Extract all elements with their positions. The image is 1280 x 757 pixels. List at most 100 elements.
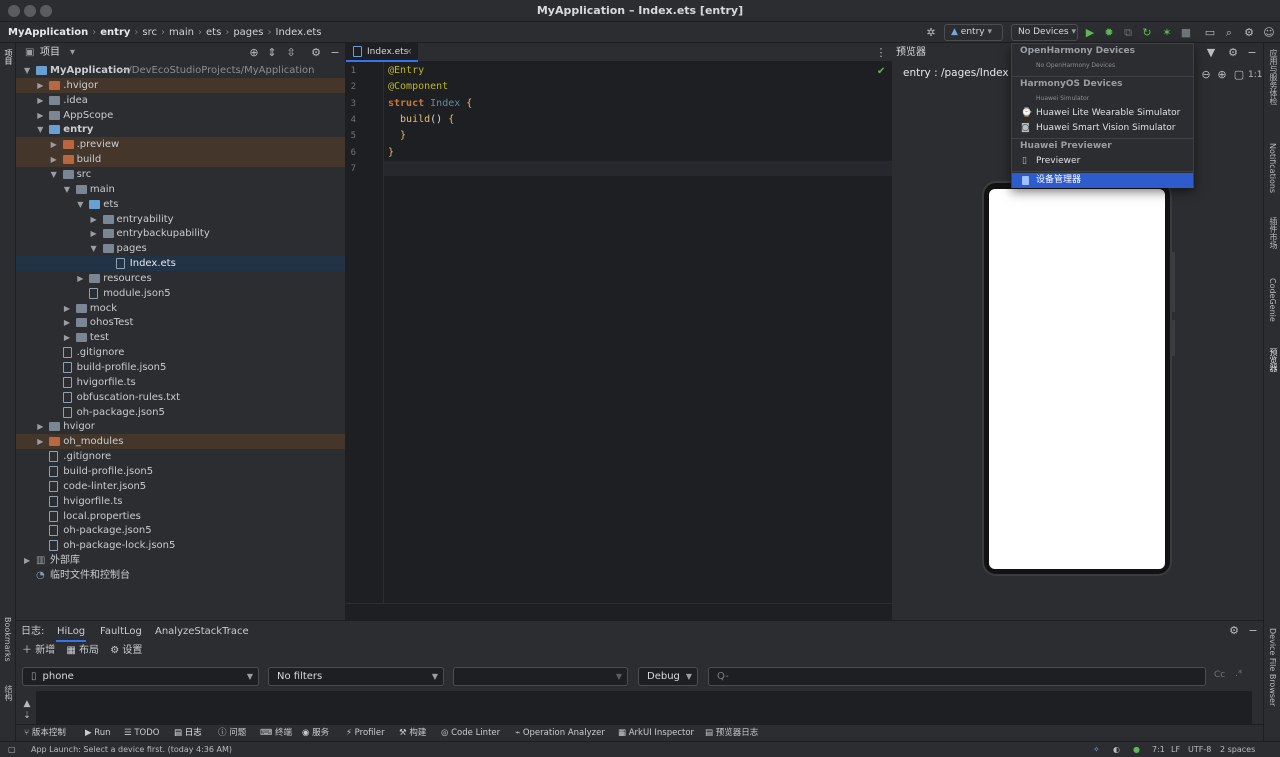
chevron-down-icon[interactable]: ▼ [64, 182, 70, 197]
tree-item[interactable]: .gitignore [16, 449, 345, 464]
code-line[interactable]: @Component [388, 79, 448, 95]
indent-setting[interactable]: 2 spaces [1220, 742, 1255, 757]
expand-all-icon[interactable]: ⇕ [265, 46, 279, 60]
debug-icon[interactable]: ✹ [1102, 26, 1116, 40]
tree-item[interactable]: ▼ main [16, 182, 345, 197]
hide-log-icon[interactable]: − [1246, 624, 1260, 638]
project-view-select[interactable]: 项目 [40, 43, 60, 63]
line-separator[interactable]: LF [1171, 742, 1180, 757]
tree-item[interactable]: obfuscation-rules.txt [16, 390, 345, 405]
tree-item[interactable]: hvigorfile.ts [16, 494, 345, 509]
tree-item[interactable]: ▼ entry [16, 122, 345, 137]
tree-item[interactable]: ▶ .preview [16, 137, 345, 153]
cursor-position[interactable]: 7:1 [1152, 742, 1165, 757]
log-output[interactable] [36, 691, 1252, 724]
add-button[interactable]: ＋ 新增 [22, 645, 55, 656]
tree-item[interactable]: ▶ entryability [16, 212, 345, 227]
settings-sync-icon[interactable]: ✲ [924, 26, 938, 40]
chevron-down-icon[interactable]: ▼ [91, 241, 97, 256]
chevron-down-icon[interactable]: ▾ [70, 43, 75, 63]
match-case-button[interactable]: Cc [1214, 670, 1225, 680]
hide-panel-icon[interactable]: − [328, 46, 342, 60]
tree-item[interactable]: ▶ .idea [16, 93, 345, 108]
tab-hilog[interactable]: HiLog [56, 624, 87, 642]
tree-item[interactable]: build-profile.json5 [16, 464, 345, 479]
chevron-right-icon[interactable]: ▶ [91, 226, 97, 241]
tool-previewer-log[interactable]: ▤ 预览器日志 [705, 725, 758, 742]
editor-tab[interactable]: Index.ets × [346, 43, 418, 62]
tool-services[interactable]: ◉ 服务 [302, 725, 329, 742]
previewer-tool-button[interactable]: 预览器 [1268, 348, 1279, 372]
account-icon[interactable]: ☺ [1262, 26, 1276, 40]
file-encoding[interactable]: UTF-8 [1188, 742, 1211, 757]
log-search-input[interactable]: Q- [708, 667, 1206, 686]
chevron-right-icon[interactable]: ▶ [77, 271, 83, 286]
tool-operation-analyzer[interactable]: ⌁ Operation Analyzer [515, 725, 605, 742]
tree-item[interactable]: ▶ entrybackupability [16, 226, 345, 241]
device-select[interactable]: ▯ phone ▼ [22, 667, 259, 686]
tool-problems[interactable]: ⓘ 问题 [218, 725, 246, 742]
chevron-right-icon[interactable]: ▶ [51, 152, 57, 167]
breadcrumb-item[interactable]: ets [206, 27, 221, 38]
folder-icon[interactable]: ▭ [1203, 26, 1217, 40]
bookmarks-tool-button[interactable]: Bookmarks [3, 617, 12, 662]
tree-item[interactable]: Index.ets [16, 256, 345, 272]
chevron-right-icon[interactable]: ▶ [64, 315, 70, 330]
tree-item[interactable]: ▼ MyApplication ~/DevEcoStudioProjects/MyA… [16, 63, 345, 78]
tool-run[interactable]: ▶ Run [85, 725, 111, 742]
run-config-select[interactable]: ▲ entry ▾ [944, 24, 1003, 41]
project-tool-button[interactable]: 项目 [3, 49, 14, 65]
search-icon[interactable]: ⌕ [1222, 26, 1236, 40]
breadcrumb-item[interactable]: src [142, 27, 157, 38]
tree-item[interactable]: ▶ hvigor [16, 419, 345, 434]
tree-item[interactable]: oh-package-lock.json5 [16, 538, 345, 553]
tree-item[interactable]: oh-package.json5 [16, 523, 345, 538]
tree-item[interactable]: ▶ ohosTest [16, 315, 345, 330]
breadcrumb-item[interactable]: MyApplication [8, 27, 88, 38]
process-select[interactable]: ▼ [453, 667, 628, 686]
locate-icon[interactable]: ⊕ [247, 46, 261, 60]
tree-item[interactable]: .gitignore [16, 345, 345, 360]
status-message[interactable]: App Launch: Select a device first. (toda… [31, 742, 232, 757]
code-line[interactable]: } [388, 145, 394, 161]
regex-icon[interactable]: .* [1235, 669, 1242, 679]
chevron-down-icon[interactable]: ▼ [24, 63, 30, 78]
hide-preview-icon[interactable]: − [1245, 46, 1259, 60]
stop-icon[interactable]: ■ [1179, 26, 1193, 40]
tree-item[interactable]: ▼ src [16, 167, 345, 182]
code-editor[interactable] [346, 43, 892, 620]
breadcrumb-item[interactable]: pages [233, 27, 263, 38]
tool-log[interactable]: ▤ 日志 [174, 725, 202, 742]
status-toggle-icon[interactable]: ▢ [8, 742, 16, 757]
tree-item[interactable]: ▶ .hvigor [16, 77, 345, 93]
zoom-window-button[interactable] [40, 5, 52, 17]
options-gear-icon[interactable]: ⚙ [309, 46, 323, 60]
zoom-in-icon[interactable]: ⊕ [1215, 68, 1229, 82]
tree-item[interactable]: oh-package.json5 [16, 405, 345, 420]
device-selector[interactable]: No Devices ▾ [1011, 24, 1078, 41]
more-options-icon[interactable]: ⋮ [874, 46, 888, 60]
chevron-right-icon[interactable]: ▶ [37, 434, 43, 449]
fit-screen-icon[interactable]: ▢ [1232, 68, 1246, 82]
chevron-right-icon[interactable]: ▶ [24, 553, 30, 568]
tool-build[interactable]: ⚒ 构建 [399, 725, 426, 742]
rerun-icon[interactable]: ↻ [1140, 26, 1154, 40]
circle-icon[interactable]: ◐ [1113, 742, 1120, 757]
filter-icon[interactable]: ▼ [1204, 46, 1218, 60]
device-file-browser-button[interactable]: Device File Browser [1268, 628, 1277, 706]
code-line[interactable]: struct Index { [388, 96, 472, 112]
tool-code-linter[interactable]: ◎ Code Linter [441, 725, 500, 742]
breadcrumb-item[interactable]: main [169, 27, 194, 38]
tree-item[interactable]: ▶ build [16, 152, 345, 168]
chevron-right-icon[interactable]: ▶ [37, 78, 43, 93]
tree-item[interactable]: code-linter.json5 [16, 479, 345, 494]
inspection-ok-icon[interactable]: ✔ [877, 66, 885, 77]
zoom-out-icon[interactable]: ⊖ [1199, 68, 1213, 82]
tool-version-control[interactable]: ⑂ 版本控制 [24, 725, 66, 742]
settings-icon[interactable]: ⚙ [1242, 26, 1256, 40]
tree-item[interactable]: module.json5 [16, 286, 345, 301]
log-level-select[interactable]: Debug ▼ [638, 667, 698, 686]
tool-profiler[interactable]: ⚡ Profiler [346, 725, 385, 742]
tree-item[interactable]: hvigorfile.ts [16, 375, 345, 390]
tree-item[interactable]: ▶ resources [16, 271, 345, 286]
